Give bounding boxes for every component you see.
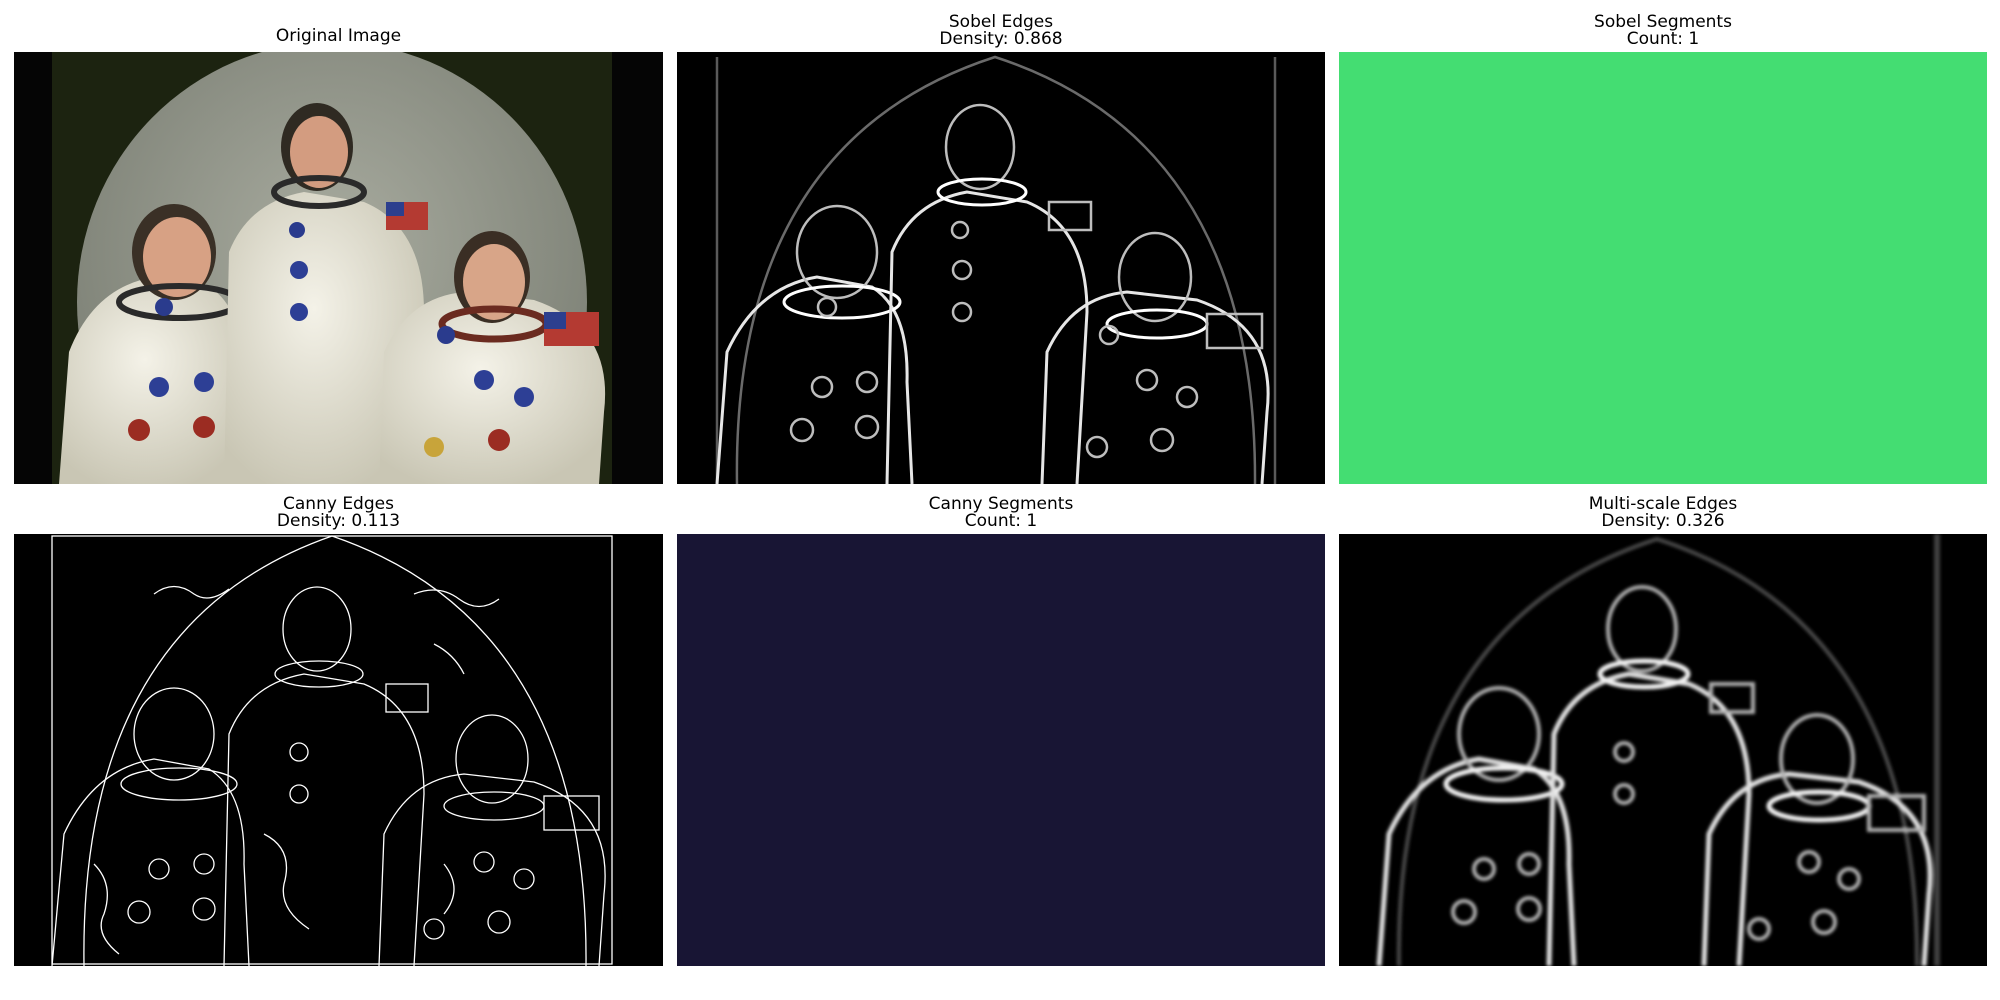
segment-fill bbox=[677, 534, 1325, 966]
panel-sobel-edges: Sobel Edges Density: 0.868 bbox=[677, 12, 1325, 484]
panel-title: Canny Segments Count: 1 bbox=[677, 496, 1325, 530]
segment-fill bbox=[1339, 52, 1987, 484]
panel-original-image: Original Image bbox=[14, 26, 663, 484]
panel-title: Sobel Edges Density: 0.868 bbox=[677, 14, 1325, 48]
sobel-segment-map bbox=[1339, 52, 1987, 484]
panel-subtitle-text: Density: 0.326 bbox=[1601, 511, 1725, 531]
panel-title-text: Original Image bbox=[275, 26, 402, 46]
panel-title: Sobel Segments Count: 1 bbox=[1339, 14, 1987, 48]
multiscale-edge-map bbox=[1339, 534, 1987, 966]
panel-title: Canny Edges Density: 0.113 bbox=[14, 496, 663, 530]
panel-title: Original Image bbox=[14, 28, 663, 45]
canny-segment-map bbox=[677, 534, 1325, 966]
panel-subtitle-text: Count: 1 bbox=[1626, 29, 1700, 49]
panel-subtitle-text: Count: 1 bbox=[964, 511, 1038, 531]
panel-canny-edges: Canny Edges Density: 0.113 bbox=[14, 494, 663, 966]
panel-multiscale-edges: Multi-scale Edges Density: 0.326 bbox=[1339, 494, 1987, 966]
original-astronaut-photo bbox=[14, 52, 663, 484]
canny-edge-map bbox=[14, 534, 663, 966]
panel-subtitle-text: Density: 0.868 bbox=[939, 29, 1063, 49]
panel-title: Multi-scale Edges Density: 0.326 bbox=[1339, 496, 1987, 530]
panel-subtitle-text: Density: 0.113 bbox=[276, 511, 401, 531]
panel-sobel-segments: Sobel Segments Count: 1 bbox=[1339, 12, 1987, 484]
sobel-edge-map bbox=[677, 52, 1325, 484]
panel-canny-segments: Canny Segments Count: 1 bbox=[677, 494, 1325, 966]
